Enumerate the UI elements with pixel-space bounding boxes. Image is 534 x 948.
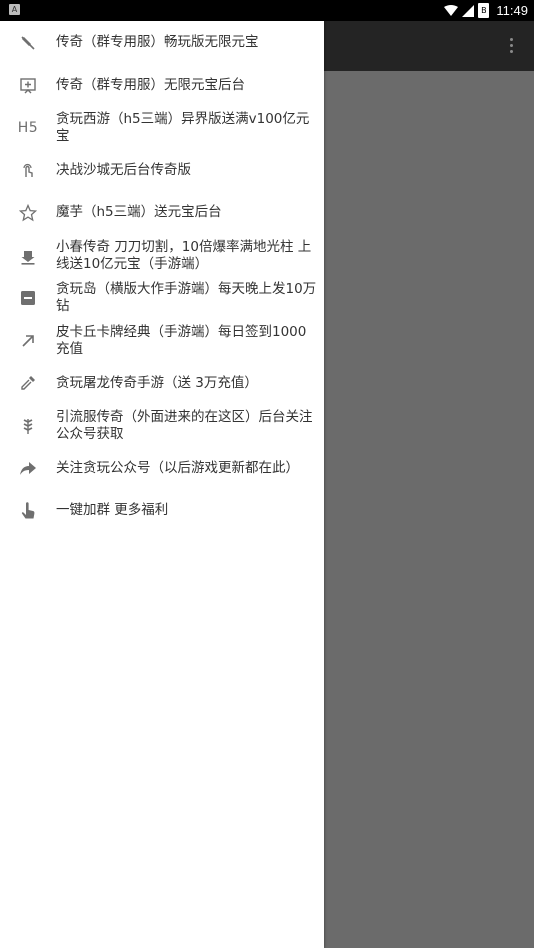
- pointer-hand-icon: [0, 501, 56, 520]
- drawer-item-label: 一键加群 更多福利: [56, 502, 169, 518]
- status-icons: B 11:49: [444, 0, 528, 21]
- touch-icon: [0, 161, 56, 179]
- drawer-item-label: 魔芋（h5三端）送元宝后台: [56, 204, 222, 220]
- drawer-item-label: 贪玩西游（h5三端）异界版送满v100亿元宝: [56, 110, 310, 144]
- drawer-item-label: 传奇（群专用服）无限元宝后台: [56, 76, 245, 93]
- download-icon: [0, 247, 56, 265]
- drawer-item-10[interactable]: 引流服传奇（外面进来的在这区）后台关注公众号获取: [0, 404, 324, 447]
- drawer-item-6[interactable]: 小春传奇 刀刀切割，10倍爆率满地光柱 上线送10亿元宝（手游端）: [0, 234, 324, 277]
- drawer-item-12[interactable]: 一键加群 更多福利: [0, 489, 324, 532]
- wifi-icon: [444, 4, 459, 16]
- drawer-item-label: 引流服传奇（外面进来的在这区）后台关注公众号获取: [56, 408, 313, 442]
- drawer-item-label: 贪玩岛（横版大作手游端）每天晚上发10万钻: [56, 281, 317, 314]
- drawer-item-9[interactable]: 贪玩屠龙传奇手游（送 3万充值）: [0, 362, 324, 404]
- drawer-item-label: 小春传奇 刀刀切割，10倍爆率满地光柱 上线送10亿元宝（手游端）: [56, 238, 312, 272]
- add-box-icon: [0, 76, 56, 94]
- grain-icon: [0, 417, 56, 435]
- dropper-icon: [0, 374, 56, 392]
- drawer-item-label: 决战沙城无后台传奇版: [56, 161, 191, 178]
- h5-icon: H5: [17, 119, 39, 136]
- star-outline-icon: [0, 203, 56, 222]
- signal-icon: [462, 4, 475, 17]
- brush-off-icon: [0, 34, 56, 52]
- battery-icon: B: [478, 3, 490, 18]
- drawer-item-label: 贪玩屠龙传奇手游（送 3万充值）: [56, 374, 258, 391]
- drawer-item-label: 传奇（群专用服）畅玩版无限元宝: [56, 34, 259, 50]
- drawer-item-2[interactable]: 传奇（群专用服）无限元宝后台: [0, 64, 324, 106]
- navigation-drawer: 传奇（群专用服）畅玩版无限元宝 传奇（群专用服）无限元宝后台 H5 贪玩西游（h…: [0, 21, 324, 948]
- drawer-item-label: 关注贪玩公众号（以后游戏更新都在此）: [56, 459, 299, 476]
- notification-icon: A: [9, 4, 20, 15]
- drawer-item-11[interactable]: 关注贪玩公众号（以后游戏更新都在此）: [0, 447, 324, 489]
- share-arrow-icon: [0, 459, 56, 477]
- drawer-item-7[interactable]: 贪玩岛（横版大作手游端）每天晚上发10万钻: [0, 277, 324, 319]
- status-bar: A B 11:49: [0, 0, 534, 21]
- drawer-item-3[interactable]: H5 贪玩西游（h5三端）异界版送满v100亿元宝: [0, 106, 324, 149]
- status-time: 11:49: [496, 3, 528, 18]
- drawer-item-1[interactable]: 传奇（群专用服）畅玩版无限元宝: [0, 21, 324, 64]
- drawer-item-5[interactable]: 魔芋（h5三端）送元宝后台: [0, 191, 324, 234]
- overflow-menu-icon[interactable]: [510, 38, 514, 53]
- drawer-list: 传奇（群专用服）畅玩版无限元宝 传奇（群专用服）无限元宝后台 H5 贪玩西游（h…: [0, 21, 324, 532]
- arrow-up-right-icon: [0, 332, 56, 350]
- drawer-item-8[interactable]: 皮卡丘卡牌经典（手游端）每日签到1000充值: [0, 319, 324, 362]
- minus-box-icon: [0, 289, 56, 307]
- drawer-item-label: 皮卡丘卡牌经典（手游端）每日签到1000充值: [56, 323, 307, 357]
- drawer-item-4[interactable]: 决战沙城无后台传奇版: [0, 149, 324, 191]
